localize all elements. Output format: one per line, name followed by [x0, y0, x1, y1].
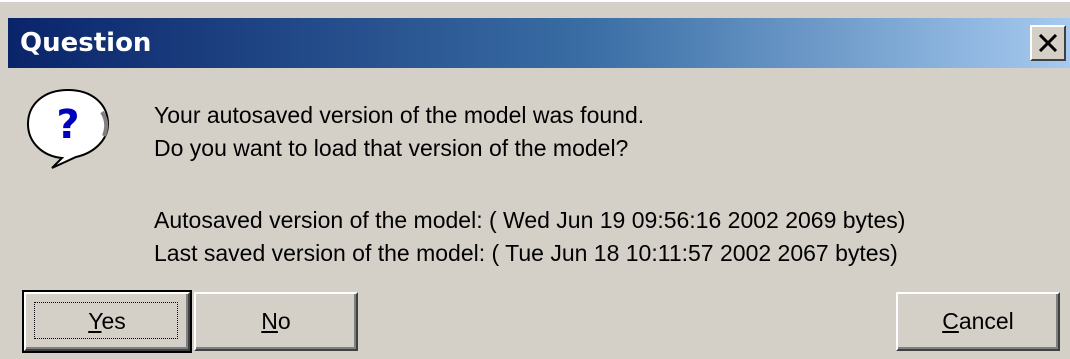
- cancel-button[interactable]: Cancel: [896, 292, 1060, 351]
- version-details: Autosaved version of the model: ( Wed Ju…: [154, 204, 905, 270]
- no-button[interactable]: No: [194, 292, 358, 351]
- yes-button[interactable]: Yes: [22, 290, 192, 353]
- cancel-button-label: Cancel: [942, 308, 1014, 334]
- question-mark-glyph: ?: [56, 102, 79, 148]
- dialog-title: Question: [20, 28, 152, 58]
- question-icon: ?: [22, 86, 114, 170]
- message-text: Your autosaved version of the model was …: [154, 99, 644, 165]
- last-saved-version-info: Last saved version of the model: ( Tue J…: [154, 240, 898, 266]
- close-icon: [1038, 34, 1058, 52]
- question-dialog: Question ? Your autosaved version of the…: [0, 0, 1070, 359]
- title-bar[interactable]: Question: [8, 18, 1070, 68]
- message-line-2: Do you want to load that version of the …: [154, 135, 629, 161]
- yes-button-label: Yes: [88, 308, 126, 334]
- message-line-1: Your autosaved version of the model was …: [154, 102, 645, 128]
- close-button[interactable]: [1030, 25, 1066, 61]
- no-button-label: No: [261, 308, 291, 334]
- autosaved-version-info: Autosaved version of the model: ( Wed Ju…: [154, 207, 906, 233]
